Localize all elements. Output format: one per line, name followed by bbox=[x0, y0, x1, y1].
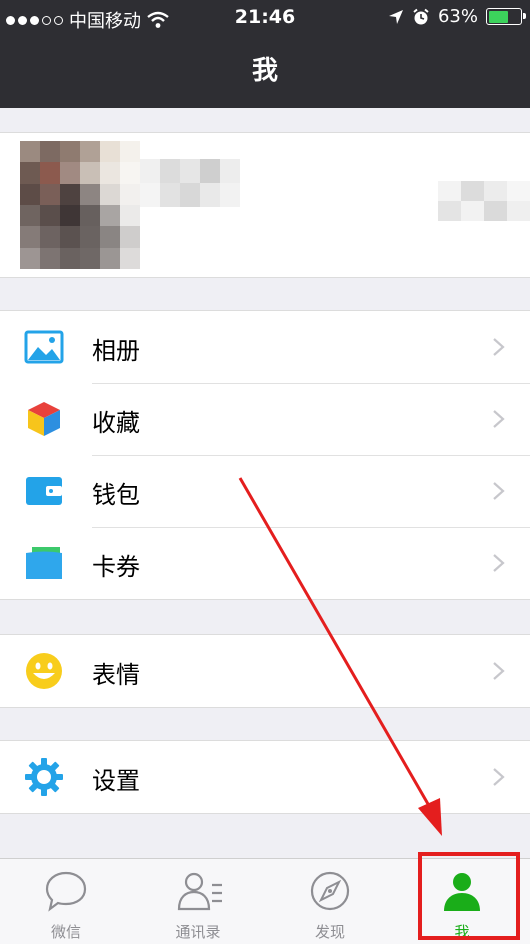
menu-item-settings[interactable]: 设置 bbox=[0, 741, 530, 813]
photo-album-icon bbox=[24, 330, 64, 364]
contacts-icon bbox=[177, 872, 222, 911]
tab-label: 发现 bbox=[314, 923, 345, 941]
menu-item-label: 设置 bbox=[92, 767, 140, 795]
tab-label: 通讯录 bbox=[175, 923, 221, 941]
chevron-right-icon bbox=[493, 768, 505, 786]
tab-chats[interactable]: 微信 bbox=[0, 859, 132, 944]
chevron-right-icon bbox=[493, 662, 505, 680]
menu-item-card-coupon[interactable]: 卡券 bbox=[0, 527, 530, 599]
chevron-right-icon bbox=[493, 554, 505, 572]
wallet-icon bbox=[26, 477, 62, 505]
battery-percent: 63% bbox=[437, 6, 478, 27]
status-right: 63% bbox=[388, 6, 526, 27]
menu-item-photo-album[interactable]: 相册 bbox=[0, 311, 530, 383]
nav-bar: 我 bbox=[0, 36, 530, 108]
location-arrow-icon bbox=[388, 9, 403, 24]
battery-icon bbox=[486, 8, 526, 25]
card-coupon-icon bbox=[26, 547, 62, 579]
chevron-right-icon bbox=[493, 482, 505, 500]
menu-item-stickers[interactable]: 表情 bbox=[0, 635, 530, 707]
smiley-icon bbox=[26, 653, 62, 689]
tab-contacts[interactable]: 通讯录 bbox=[132, 859, 264, 944]
gear-icon bbox=[25, 758, 63, 796]
profile-card[interactable] bbox=[0, 132, 530, 278]
menu-item-label: 钱包 bbox=[92, 481, 140, 509]
qr-code-obscured bbox=[438, 181, 530, 221]
favorites-cube-icon bbox=[28, 402, 60, 436]
menu-group-3: 设置 bbox=[0, 740, 530, 814]
menu-item-label: 表情 bbox=[92, 661, 140, 689]
menu-item-favorites[interactable]: 收藏 bbox=[0, 383, 530, 455]
status-bar: 中国移动 21:46 63% bbox=[0, 0, 530, 36]
chat-bubble-icon bbox=[45, 871, 87, 912]
menu-group-2: 表情 bbox=[0, 634, 530, 708]
tab-discover[interactable]: 发现 bbox=[264, 859, 396, 944]
menu-item-label: 收藏 bbox=[92, 409, 140, 437]
profile-name-obscured bbox=[140, 159, 240, 207]
annotation-highlight-box bbox=[418, 852, 520, 940]
compass-icon bbox=[310, 871, 350, 911]
avatar bbox=[20, 141, 140, 269]
page-title: 我 bbox=[251, 56, 278, 86]
menu-item-wallet[interactable]: 钱包 bbox=[0, 455, 530, 527]
menu-group-1: 相册 收藏 钱包 卡券 bbox=[0, 310, 530, 600]
menu-item-label: 卡券 bbox=[92, 553, 140, 581]
chevron-right-icon bbox=[493, 338, 505, 356]
menu-item-label: 相册 bbox=[92, 337, 140, 365]
alarm-clock-icon bbox=[413, 8, 429, 24]
tab-label: 微信 bbox=[50, 923, 81, 941]
chevron-right-icon bbox=[493, 410, 505, 428]
